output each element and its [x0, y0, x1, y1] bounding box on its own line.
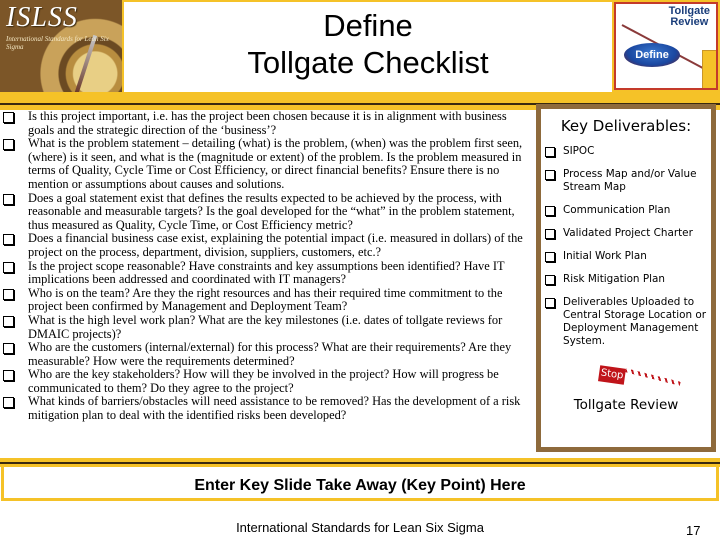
- checklist-item: Does a goal statement exist that defines…: [2, 190, 530, 233]
- gate-post-icon: [702, 50, 716, 88]
- checklist-item-text: Who are the key stakeholders? How will t…: [28, 367, 499, 395]
- checklist-item-text: Who are the customers (internal/external…: [28, 340, 512, 368]
- checkbox-icon[interactable]: [545, 229, 555, 239]
- checklist-item-text: Is the project scope reasonable? Have co…: [28, 258, 505, 287]
- checkbox-icon[interactable]: [545, 147, 555, 157]
- page-number: 17: [686, 523, 701, 538]
- checklist-item-text: Who is on the team? Are they the right r…: [28, 285, 503, 314]
- checkbox-icon[interactable]: [545, 298, 555, 308]
- footer-organization: International Standards for Lean Six Sig…: [236, 520, 484, 535]
- key-takeaway-box[interactable]: Enter Key Slide Take Away (Key Point) He…: [1, 467, 719, 501]
- checklist-item: Who are the key stakeholders? How will t…: [2, 368, 530, 395]
- checkbox-icon[interactable]: [3, 315, 14, 327]
- deliverable-text: Risk Mitigation Plan: [563, 273, 665, 285]
- deliverable-item: Deliverables Uploaded to Central Storage…: [545, 296, 707, 348]
- deliverable-text: Communication Plan: [563, 204, 671, 216]
- deliverables-title: Key Deliverables:: [560, 117, 692, 135]
- checkbox-icon[interactable]: [3, 112, 14, 123]
- key-deliverables-panel: Key Deliverables: SIPOC Process Map and/…: [536, 104, 716, 452]
- keypoint-gold-band: [0, 458, 720, 467]
- checklist-item: Is this project important, i.e. has the …: [2, 109, 530, 137]
- deliverable-item: SIPOC: [545, 145, 707, 158]
- deliverable-item: Process Map and/or Value Stream Map: [545, 168, 707, 194]
- checklist-item: Who is on the team? Are they the right r…: [2, 285, 530, 314]
- deliverable-item: Risk Mitigation Plan: [545, 273, 707, 286]
- checklist-item: Who are the customers (internal/external…: [2, 340, 530, 368]
- deliverable-item: Communication Plan: [545, 204, 707, 217]
- checkbox-icon[interactable]: [3, 193, 14, 205]
- checkbox-icon[interactable]: [545, 170, 555, 180]
- deliverable-text: Deliverables Uploaded to Central Storage…: [563, 296, 706, 347]
- islss-logo: ISLSS International Standards for Lean S…: [0, 0, 122, 92]
- logo-text: ISLSS: [6, 2, 78, 33]
- checklist-item: What kinds of barriers/obstacles will ne…: [2, 395, 530, 422]
- stop-sign-icon: Stop: [598, 365, 626, 385]
- checkbox-icon[interactable]: [545, 206, 555, 216]
- define-phase-badge: Define: [624, 43, 680, 67]
- deliverable-item: Initial Work Plan: [545, 250, 707, 263]
- checkbox-icon[interactable]: [3, 343, 14, 355]
- deliverable-text: Process Map and/or Value Stream Map: [563, 168, 697, 193]
- checklist-item-text: What is the high level work plan? What a…: [28, 312, 503, 341]
- gate-arm-icon: [625, 368, 681, 386]
- tollgate-logo-line-2: Review: [670, 16, 709, 28]
- tollgate-review-label: Tollgate Review: [573, 397, 679, 413]
- tollgate-logo-title: Tollgate Review: [669, 6, 710, 28]
- deliverable-text: Validated Project Charter: [563, 227, 693, 239]
- deliverable-text: Initial Work Plan: [563, 250, 647, 262]
- tollgate-checklist: Is this project important, i.e. has the …: [2, 109, 530, 423]
- keypoint-divider: [0, 462, 720, 464]
- checklist-item-text: Does a financial business case exist, ex…: [28, 231, 523, 259]
- checkbox-icon[interactable]: [545, 275, 555, 285]
- checkbox-icon[interactable]: [545, 252, 555, 262]
- checkbox-icon[interactable]: [3, 234, 14, 246]
- checklist-item-text: What kinds of barriers/obstacles will ne…: [28, 394, 521, 423]
- checklist-item-text: What is the problem statement – detailin…: [28, 136, 523, 191]
- deliverable-item: Validated Project Charter: [545, 227, 707, 240]
- logo-subtext: International Standards for Lean Six Sig…: [6, 35, 109, 51]
- slide-title: Define Tollgate Checklist: [124, 2, 612, 92]
- checkbox-icon[interactable]: [3, 370, 14, 382]
- checklist-item-text: Does a goal statement exist that defines…: [28, 190, 515, 232]
- title-line-2: Tollgate Checklist: [247, 45, 489, 80]
- checklist-item: What is the high level work plan? What a…: [2, 312, 530, 341]
- deliverables-list: SIPOC Process Map and/or Value Stream Ma…: [541, 145, 711, 348]
- title-line-1: Define: [323, 8, 413, 43]
- checklist-item: Does a financial business case exist, ex…: [2, 232, 530, 259]
- checkbox-icon[interactable]: [3, 288, 14, 300]
- checkbox-icon[interactable]: [3, 261, 14, 273]
- checkbox-icon[interactable]: [3, 397, 14, 409]
- checklist-item-text: Is this project important, i.e. has the …: [28, 109, 507, 137]
- checklist-item: What is the problem statement – detailin…: [2, 136, 530, 191]
- deliverable-text: SIPOC: [563, 145, 595, 157]
- slide-header: ISLSS International Standards for Lean S…: [0, 0, 720, 98]
- checklist-item: Is the project scope reasonable? Have co…: [2, 258, 530, 287]
- checkbox-icon[interactable]: [3, 139, 14, 151]
- tollgate-review-logo: Tollgate Review Define: [614, 2, 718, 90]
